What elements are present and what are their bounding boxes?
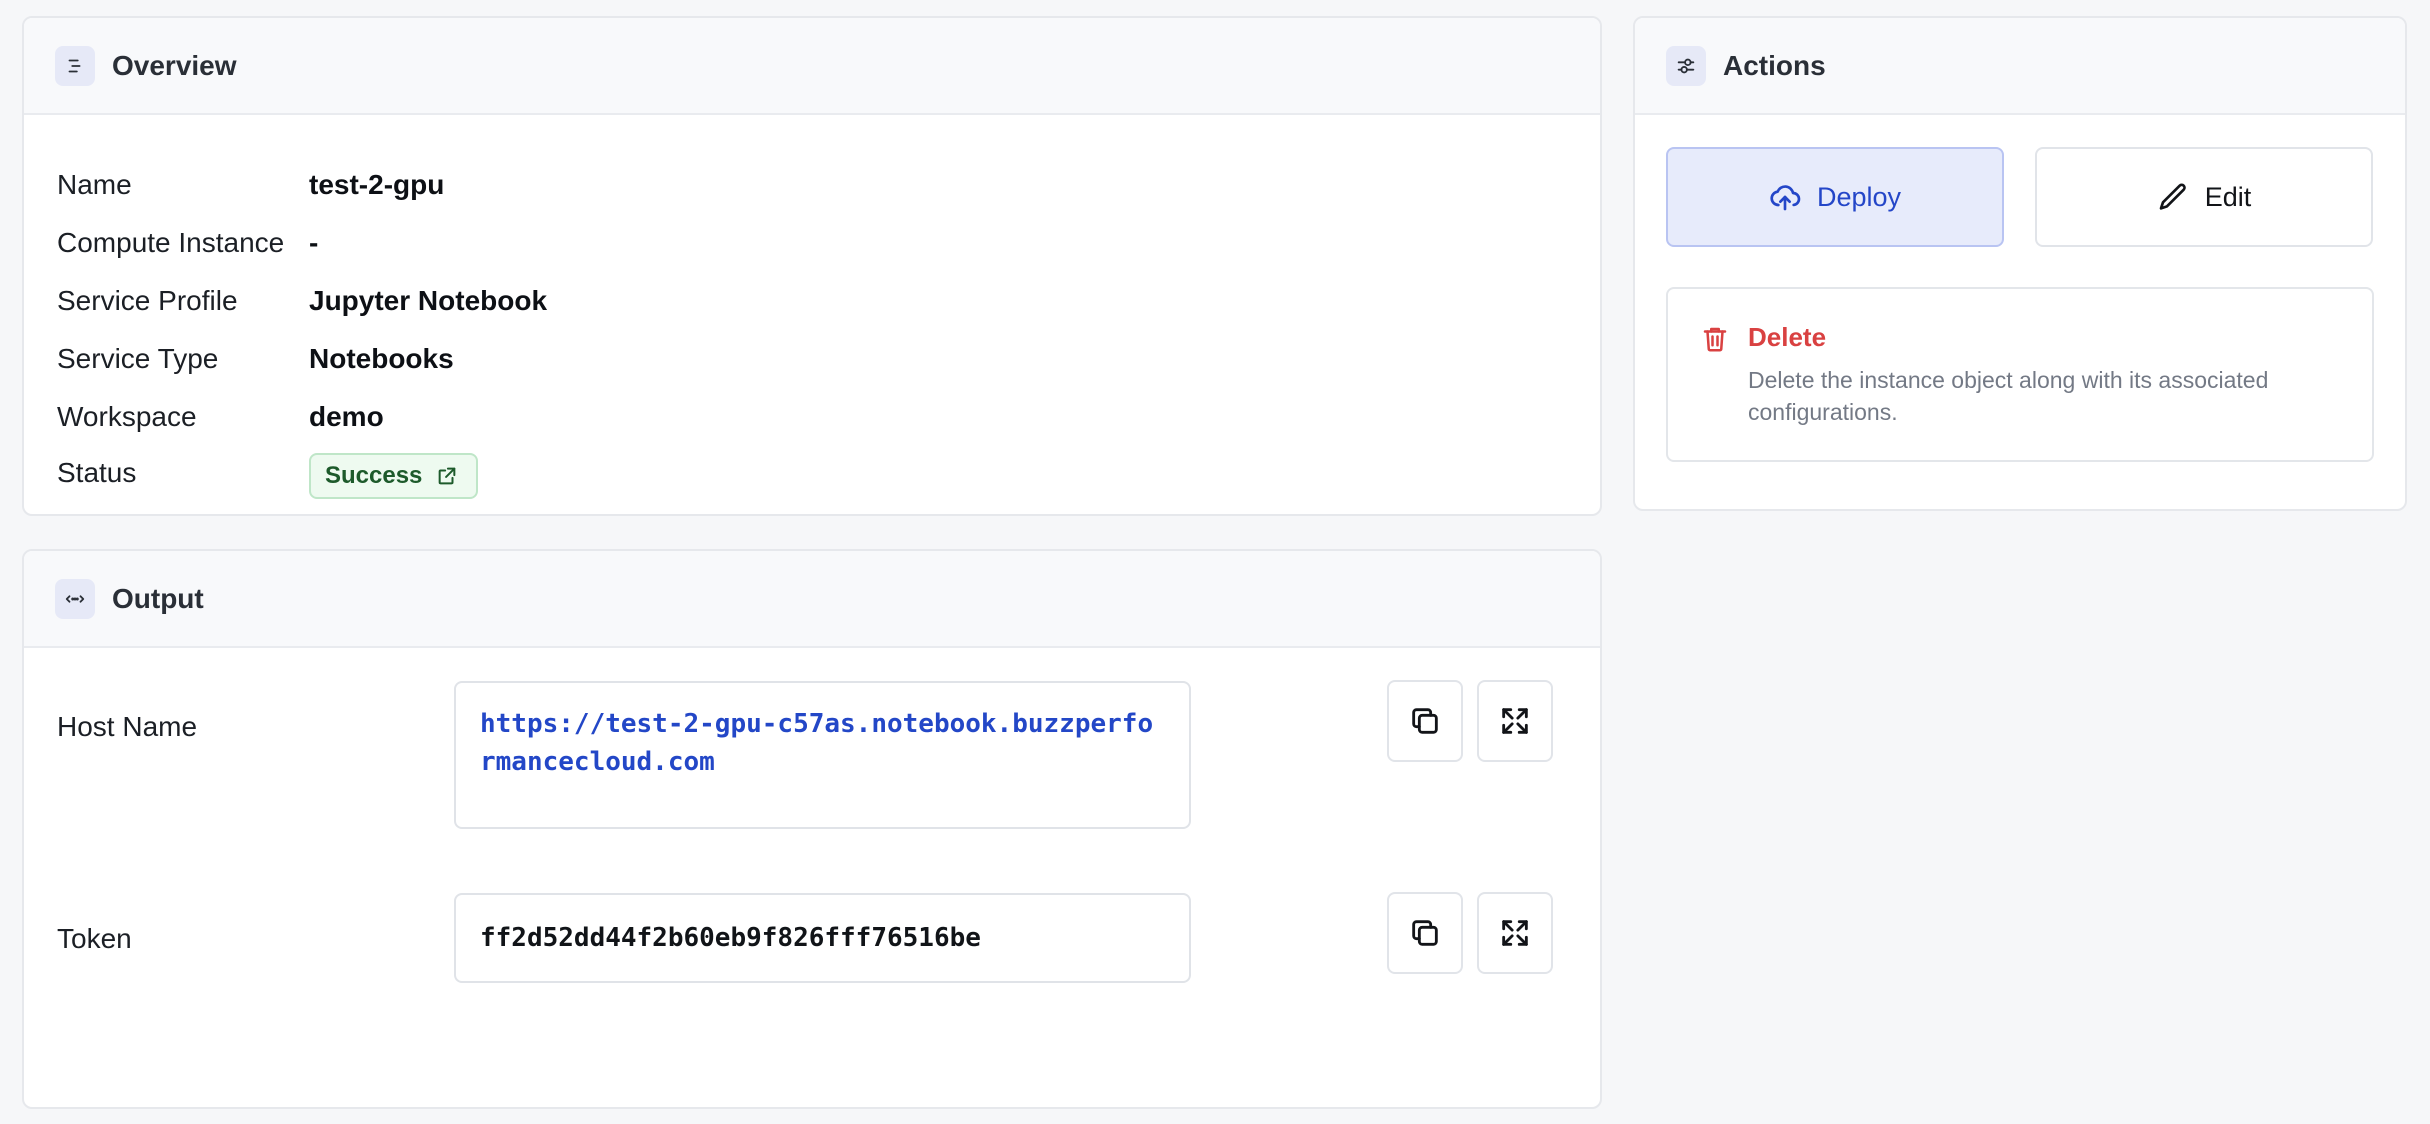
delete-action[interactable]: Delete Delete the instance object along … (1666, 287, 2374, 462)
output-header: Output (24, 551, 1600, 648)
host-name-value[interactable]: https://test-2-gpu-c57as.notebook.buzzpe… (454, 681, 1191, 829)
detail-label: Service Type (57, 343, 219, 374)
delete-title: Delete (1748, 322, 1827, 352)
detail-row-status: Status Success (57, 453, 1557, 513)
detail-value: Jupyter Notebook (309, 285, 548, 316)
actions-header: Actions (1635, 18, 2405, 115)
status-badge[interactable]: Success (309, 453, 479, 499)
overview-title: Overview (112, 49, 237, 81)
sliders-icon (1666, 45, 1706, 86)
trash-icon (1703, 327, 1727, 352)
detail-value: - (309, 227, 319, 258)
expand-icon (1502, 920, 1528, 946)
detail-row-name: Name test-2-gpu (57, 165, 1557, 205)
deploy-button[interactable]: Deploy (1666, 147, 2004, 247)
deploy-label: Deploy (1816, 181, 1902, 212)
copy-icon (1412, 920, 1438, 946)
detail-value: test-2-gpu (309, 169, 445, 200)
detail-value: Notebooks (309, 343, 454, 374)
expand-token-button[interactable] (1477, 892, 1553, 974)
edit-label: Edit (2204, 181, 2252, 212)
output-title: Output (112, 582, 204, 614)
token-value[interactable]: ff2d52dd44f2b60eb9f826fff76516be (454, 893, 1191, 983)
detail-row-service-profile: Service Profile Jupyter Notebook (57, 281, 1557, 321)
status-value: Success (325, 462, 423, 489)
host-name-label: Host Name (57, 711, 198, 742)
expand-host-name-button[interactable] (1477, 680, 1553, 762)
detail-label: Workspace (57, 401, 197, 432)
detail-label: Service Profile (57, 285, 238, 316)
copy-icon (1412, 708, 1438, 734)
edit-button[interactable]: Edit (2035, 147, 2373, 247)
actions-card: Actions Deploy Edit Delete Delete the in… (1633, 16, 2407, 511)
detail-label: Status (57, 457, 137, 488)
copy-host-name-button[interactable] (1387, 680, 1463, 762)
detail-row-workspace: Workspace demo (57, 397, 1557, 437)
actions-title: Actions (1723, 49, 1826, 81)
detail-label: Name (57, 169, 132, 200)
pencil-icon (2159, 183, 2186, 210)
external-link-icon (439, 467, 456, 485)
detail-label: Compute Instance (57, 227, 285, 258)
output-card: Output Host Name https://test-2-gpu-c57a… (22, 549, 1602, 1109)
token-label: Token (57, 923, 132, 954)
delete-description: Delete the instance object along with it… (1748, 367, 2269, 425)
code-arrows-icon (55, 578, 95, 619)
copy-token-button[interactable] (1387, 892, 1463, 974)
detail-row-service-type: Service Type Notebooks (57, 339, 1557, 379)
list-icon (55, 45, 95, 86)
detail-value: demo (309, 401, 384, 432)
overview-card: Overview Name test-2-gpu Compute Instanc… (22, 16, 1602, 516)
overview-header: Overview (24, 18, 1600, 115)
cloud-upload-icon (1770, 185, 1801, 211)
detail-row-compute-instance: Compute Instance - (57, 223, 1557, 263)
expand-icon (1502, 708, 1528, 734)
